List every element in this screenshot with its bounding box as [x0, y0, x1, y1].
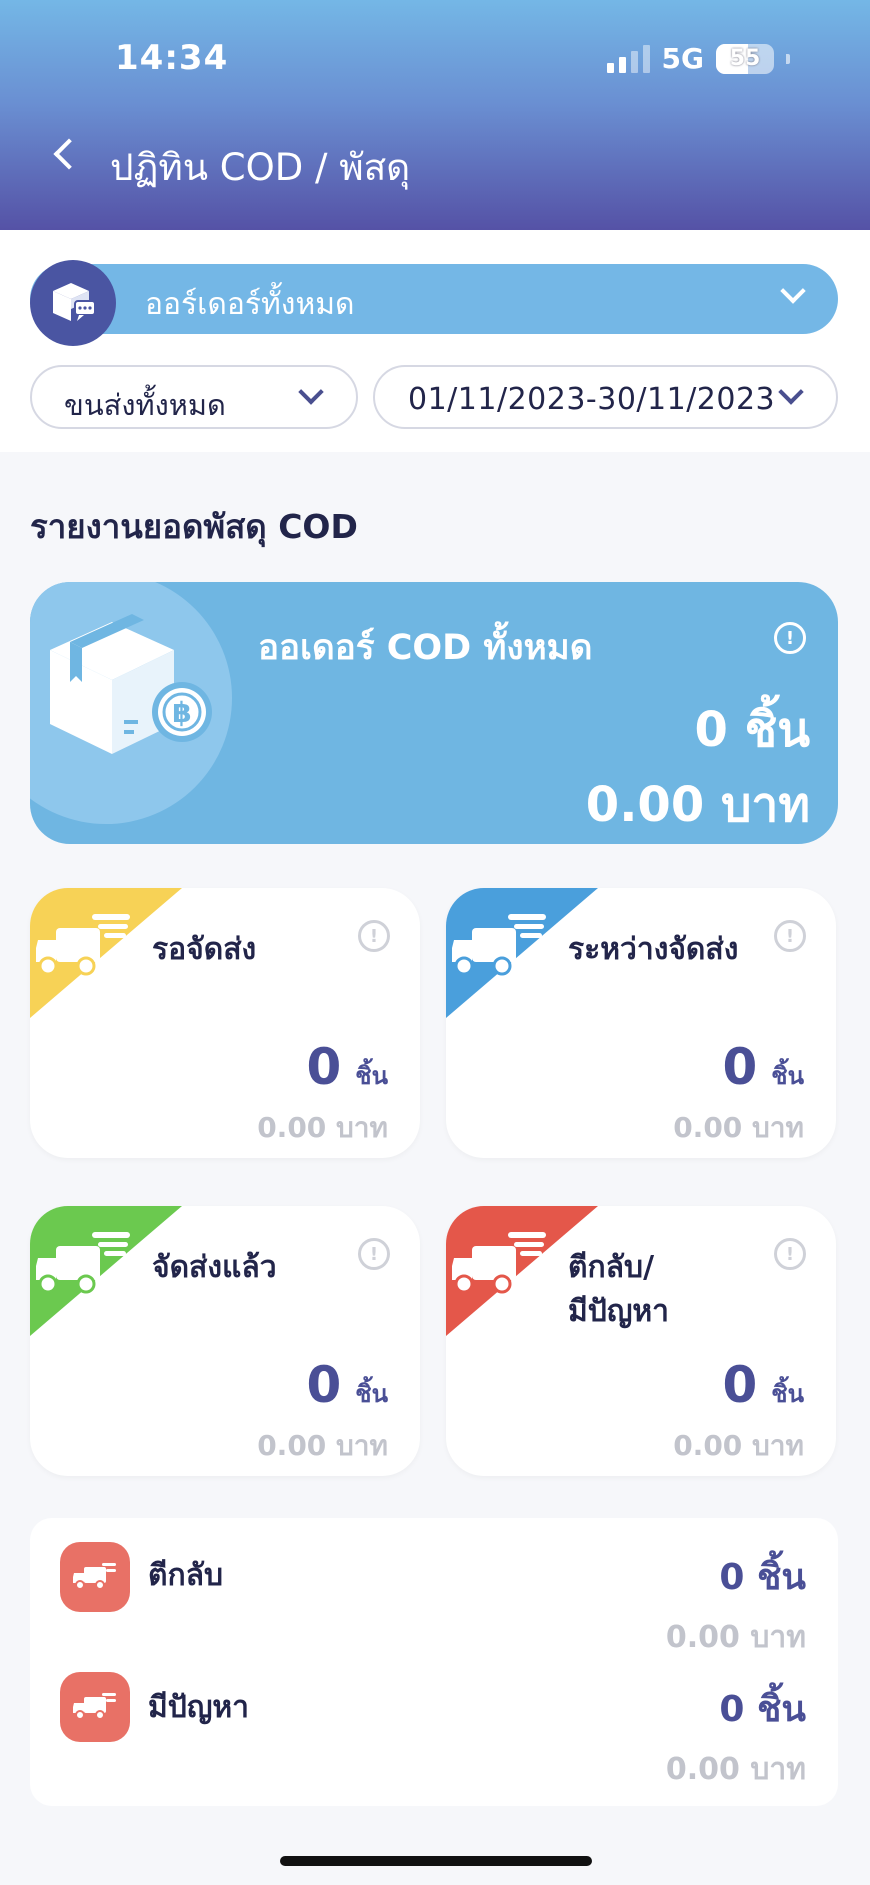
page-title: ปฏิทิน COD / พัสดุ: [110, 146, 411, 189]
status-card-returned[interactable]: ตีกลับ/ มีปัญหา ! 0 ชิ้น 0.00 บาท: [446, 1206, 836, 1476]
count-unit: ชิ้น: [355, 1380, 388, 1408]
truck-icon: [60, 1542, 130, 1612]
list-item-count: 0 ชิ้น: [719, 1557, 806, 1598]
summary-title: ออเดอร์ COD ทั้งหมด: [258, 628, 593, 668]
card-title: รอจัดส่ง: [152, 932, 257, 967]
date-range-dropdown[interactable]: 01/11/2023-30/11/2023: [373, 365, 838, 429]
chevron-down-icon: [780, 278, 806, 304]
count-unit: ชิ้น: [771, 1062, 804, 1090]
card-amount: 0.00 บาท: [673, 1429, 804, 1462]
card-amount: 0.00 บาท: [257, 1429, 388, 1462]
section-title: รายงานยอดพัสดุ COD: [30, 507, 358, 546]
status-card-waiting[interactable]: รอจัดส่ง ! 0 ชิ้น 0.00 บาท: [30, 888, 420, 1158]
home-indicator[interactable]: [280, 1856, 592, 1866]
cod-summary-card[interactable]: ฿ ออเดอร์ COD ทั้งหมด ! 0 ชิ้น 0.00 บาท: [30, 582, 838, 844]
network-label: 5G: [661, 42, 704, 75]
filter-panel: ออร์เดอร์ทั้งหมด ขนส่งทั้งหมด 01/11/2023…: [0, 230, 870, 452]
truck-icon: [60, 1672, 130, 1742]
card-title: ตีกลับ/ มีปัญหา: [568, 1246, 669, 1334]
list-item-label: ตีกลับ: [148, 1558, 224, 1593]
count-value: 0: [722, 1038, 758, 1096]
summary-info-button[interactable]: !: [774, 622, 806, 654]
parcel-baht-icon: ฿: [50, 614, 212, 754]
card-amount: 0.00 บาท: [673, 1111, 804, 1144]
chevron-left-icon[interactable]: [53, 138, 85, 170]
card-title: ระหว่างจัดส่ง: [568, 932, 739, 967]
info-icon: !: [358, 920, 390, 952]
date-range-label: 01/11/2023-30/11/2023: [408, 382, 776, 417]
card-count: 0 ชิ้น: [723, 1038, 805, 1096]
count-value: 0: [722, 1356, 758, 1414]
status-time: 14:34: [115, 38, 229, 78]
status-icons: 5G 55: [606, 42, 790, 75]
list-item-amount: 0.00 บาท: [665, 1620, 806, 1655]
card-title-line1: ตีกลับ/: [568, 1250, 655, 1285]
carrier-label: ขนส่งทั้งหมด: [64, 388, 226, 422]
card-title: จัดส่งแล้ว: [152, 1250, 277, 1285]
info-icon: !: [774, 1238, 806, 1270]
status-card-delivered[interactable]: จัดส่งแล้ว ! 0 ชิ้น 0.00 บาท: [30, 1206, 420, 1476]
card-count: 0 ชิ้น: [723, 1356, 805, 1414]
order-type-dropdown[interactable]: ออร์เดอร์ทั้งหมด: [30, 260, 838, 346]
app-header: 14:34 5G 55 ปฏิทิน COD / พัสดุ: [0, 0, 870, 230]
battery-tip: [786, 53, 790, 64]
summary-count: 0 ชิ้น: [694, 702, 811, 758]
battery-icon: 55: [716, 43, 774, 74]
chevron-down-icon: [298, 379, 324, 405]
card-count: 0 ชิ้น: [307, 1038, 389, 1096]
count-unit: ชิ้น: [771, 1380, 804, 1408]
summary-amount: 0.00 บาท: [585, 777, 810, 833]
parcel-chat-icon: [30, 260, 116, 346]
count-unit: ชิ้น: [355, 1062, 388, 1090]
signal-icon: [606, 44, 650, 73]
return-problem-list: ตีกลับ 0 ชิ้น 0.00 บาท มีปัญหา 0 ชิ้น 0.…: [30, 1518, 838, 1806]
carrier-dropdown[interactable]: ขนส่งทั้งหมด: [30, 365, 358, 429]
order-type-label: ออร์เดอร์ทั้งหมด: [145, 287, 355, 322]
count-value: 0: [306, 1356, 342, 1414]
card-info-button[interactable]: !: [358, 920, 390, 952]
info-icon: !: [774, 920, 806, 952]
card-count: 0 ชิ้น: [307, 1356, 389, 1414]
card-amount: 0.00 บาท: [257, 1111, 388, 1144]
svg-text:฿: ฿: [172, 696, 191, 729]
list-item-label: มีปัญหา: [148, 1690, 250, 1725]
card-info-button[interactable]: !: [774, 920, 806, 952]
card-info-button[interactable]: !: [358, 1238, 390, 1270]
info-icon: !: [358, 1238, 390, 1270]
chevron-down-icon: [778, 379, 804, 405]
card-info-button[interactable]: !: [774, 1238, 806, 1270]
list-item-count: 0 ชิ้น: [719, 1689, 806, 1730]
info-icon: !: [774, 622, 806, 654]
status-card-shipping[interactable]: ระหว่างจัดส่ง ! 0 ชิ้น 0.00 บาท: [446, 888, 836, 1158]
list-item-amount: 0.00 บาท: [665, 1752, 806, 1787]
card-title-line2: มีปัญหา: [568, 1294, 670, 1329]
battery-level: 55: [729, 45, 761, 71]
count-value: 0: [306, 1038, 342, 1096]
